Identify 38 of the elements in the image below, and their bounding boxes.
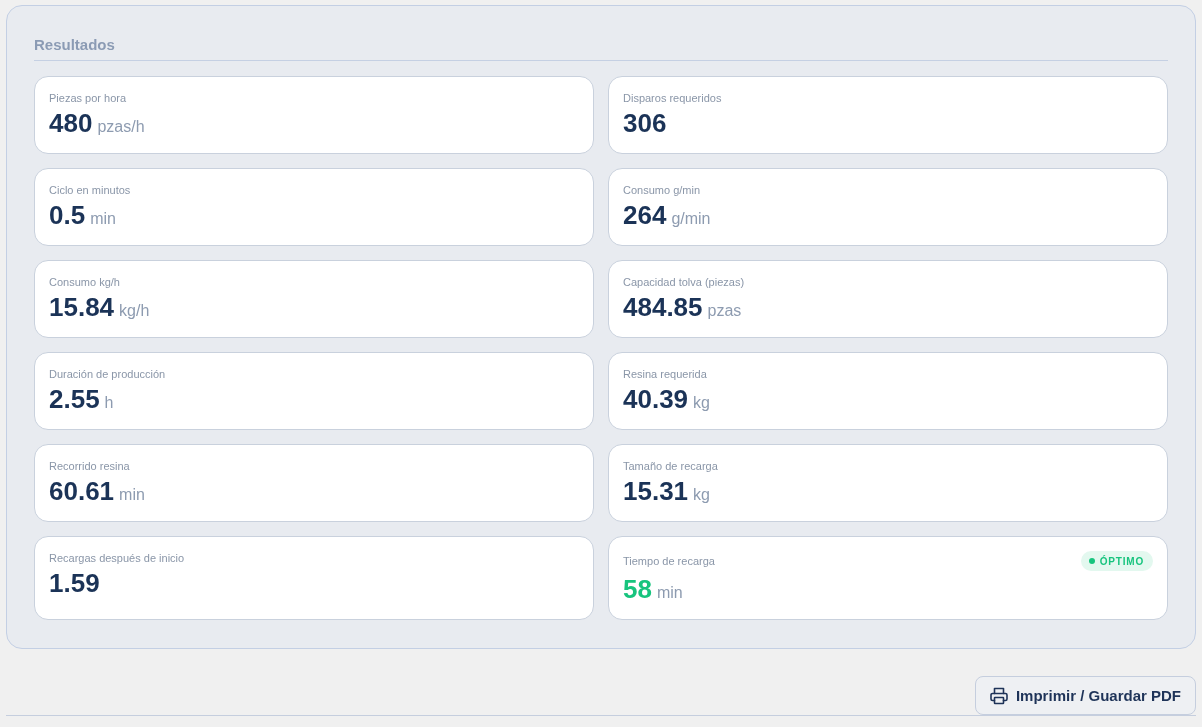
metric-unit: kg [693, 485, 710, 505]
metric-label: Disparos requeridos [623, 91, 722, 105]
metric-label: Consumo kg/h [49, 275, 120, 289]
metric-value: 2.55 [49, 384, 100, 414]
metric-label: Duración de producción [49, 367, 166, 381]
metric-unit: kg [693, 393, 710, 413]
metric-value: 15.31 [623, 476, 689, 506]
status-text: ÓPTIMO [1099, 555, 1144, 567]
metric-value: 0.5 [49, 200, 86, 230]
metric-value: 264 [623, 200, 667, 230]
metric-label: Capacidad tolva (piezas) [623, 275, 745, 289]
metric-value: 60.61 [49, 476, 115, 506]
print-button[interactable]: Imprimir / Guardar PDF [974, 676, 1196, 715]
metric-label: Resina requerida [623, 367, 707, 381]
metric-unit: g/min [671, 209, 711, 229]
metric-label: Piezas por hora [49, 91, 127, 105]
metric-label: Tamaño de recarga [623, 459, 718, 473]
metric-unit: kg/h [119, 301, 150, 321]
metric-value: 58 [623, 574, 652, 604]
metric-unit: pzas [707, 301, 742, 321]
metric-value: 480 [49, 108, 93, 138]
metric-value: 1.59 [49, 568, 100, 598]
metric-label: Tiempo de recarga [623, 554, 715, 568]
metric-unit: min [119, 485, 145, 505]
section-title: Resultados [34, 36, 1168, 61]
metric-unit: pzas/h [97, 117, 145, 137]
metric-value: 484.85 [623, 292, 703, 322]
metric-label: Ciclo en minutos [49, 183, 131, 197]
metric-label: Recorrido resina [49, 459, 130, 473]
metric-value: 15.84 [49, 292, 115, 322]
metric-value: 40.39 [623, 384, 689, 414]
metric-label: Consumo g/min [623, 183, 701, 197]
metric-value: 306 [623, 108, 667, 138]
printer-icon [989, 686, 1008, 705]
metric-unit: h [104, 393, 114, 413]
metric-label: Recargas después de inicio [49, 551, 185, 565]
metric-unit: min [90, 209, 116, 229]
metric-unit: min [656, 583, 683, 603]
